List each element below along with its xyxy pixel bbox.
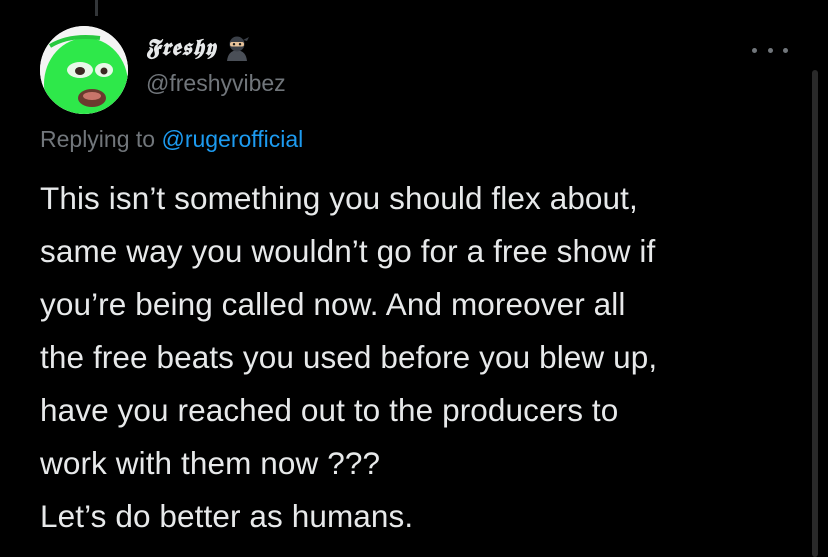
reply-prefix: Replying to (40, 126, 156, 152)
more-options-icon[interactable] (752, 40, 788, 60)
reply-mention-link[interactable]: @rugerofficial (161, 126, 303, 152)
thread-connector-line (95, 0, 98, 16)
more-dot (783, 47, 788, 53)
author-name-row[interactable]: 𝕱𝖗𝖊𝖘𝖍𝖞 (146, 34, 250, 61)
tweet-text-line: the free beats you used before you blew … (40, 339, 658, 375)
tweet-text-line: This isn’t something you should flex abo… (40, 180, 638, 216)
green-ski-mask-avatar-icon (40, 26, 128, 114)
ninja-emoji-icon (227, 36, 250, 61)
tweet-text: This isn’t something you should flex abo… (40, 172, 800, 543)
reply-context: Replying to @rugerofficial (40, 126, 303, 153)
avatar[interactable] (40, 26, 128, 114)
tweet-text-line: have you reached out to the producers to (40, 392, 619, 428)
tweet-text-line: you’re being called now. And moreover al… (40, 286, 626, 322)
more-dot (752, 47, 757, 53)
author-display-name[interactable]: 𝕱𝖗𝖊𝖘𝖍𝖞 (146, 34, 216, 61)
tweet-text-line: same way you wouldn’t go for a free show… (40, 233, 656, 269)
author-handle[interactable]: @freshyvibez (146, 70, 286, 97)
more-dot (767, 47, 773, 53)
tweet-text-line: Let’s do better as humans. (40, 498, 414, 534)
scrollbar[interactable] (812, 70, 818, 557)
tweet-text-line: work with them now ??? (40, 445, 381, 481)
